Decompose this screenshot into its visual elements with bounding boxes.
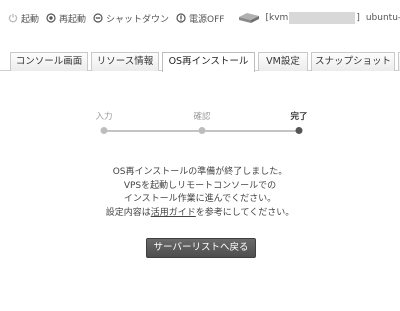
server-name-suffix: ] [356,13,360,23]
step-confirm-dot [198,127,206,134]
message-line-3: インストール作業に進んでください。 [123,194,277,204]
restart-icon [46,13,56,23]
message-line-2: VPSを起動しリモートコンソールでの [123,180,277,191]
server-name: [kvm ] ubuntu-1 [266,12,400,24]
tab-vm-settings[interactable]: VM設定 [258,52,308,71]
server-os: ubuntu-1 [365,13,400,23]
message-line-1: OS再インストールの準備が終了しました。 [112,167,288,177]
completion-message: OS再インストールの準備が終了しました。 VPSを起動しリモートコンソールでの … [0,166,400,220]
power-icon [8,13,18,23]
restart-label: 再起動 [59,14,87,25]
server-toolbar: 起動 再起動 シャットダウン 電源OFF [kvm ] ubuntu-1 [0,8,400,28]
power-off-icon [176,13,186,23]
tab-snapshot[interactable]: スナップショット [311,52,395,71]
power-off-label: 電源OFF [189,14,225,25]
step-confirm-label: 確認 [193,112,211,122]
tab-resource-info[interactable]: リソース情報 [91,52,159,71]
step-complete-dot [295,127,303,134]
server-info: [kvm ] ubuntu-1 [237,12,400,24]
server-icon [237,12,261,24]
shutdown-action[interactable]: シャットダウン [93,12,169,25]
step-input-label: 入力 [95,112,113,122]
message-line-4-after: を参考にしてください。 [195,207,295,218]
progress-steps: 入力 確認 完了 [0,110,400,140]
step-input-dot [100,127,108,134]
message-line-4: 設定内容は活用ガイドを参考にしてください。 [0,207,400,221]
shutdown-label: シャットダウン [106,14,170,25]
back-to-server-list-button[interactable]: サーバーリストへ戻る [146,238,256,258]
server-name-prefix: [kvm [265,13,289,23]
power-off-action[interactable]: 電源OFF [176,12,225,25]
start-label: 起動 [21,14,40,25]
tab-bar: コンソール画面 リソース情報 OS再インストール VM設定 スナップショット [0,52,400,72]
message-line-4-before: 設定内容は [105,207,151,218]
step-complete-label: 完了 [290,112,308,122]
guide-link[interactable]: 活用ガイド [151,208,196,218]
start-action[interactable]: 起動 [8,12,39,25]
tab-os-reinstall[interactable]: OS再インストール [162,52,255,72]
shutdown-icon [93,13,103,23]
restart-action[interactable]: 再起動 [46,12,86,25]
redacted-hostname [289,12,356,24]
tab-console[interactable]: コンソール画面 [10,52,88,71]
